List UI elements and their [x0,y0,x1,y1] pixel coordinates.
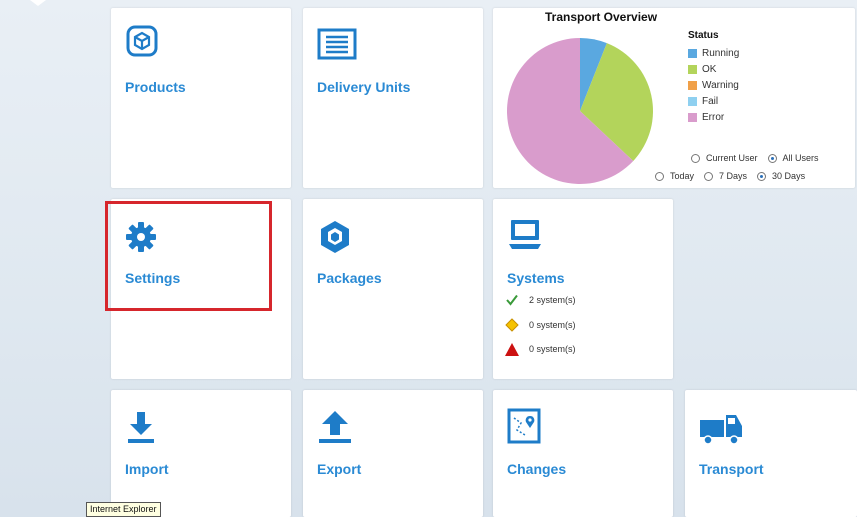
tile-export-label: Export [317,461,362,477]
radio-circle [757,171,767,181]
tile-transport-label: Transport [699,461,764,477]
overview-title: Transport Overview [545,10,658,24]
status-pie-chart [506,38,653,184]
legend-label: Warning [702,79,739,91]
tile-systems-label: Systems [507,270,565,286]
tile-export[interactable]: Export [303,390,483,517]
status-legend: Status Running OK Warning Fail Error [688,30,739,125]
tile-packages-label: Packages [317,270,382,286]
legend-swatch [688,64,697,74]
radio-circle [655,171,664,181]
legend-item-running: Running [688,45,739,61]
user-filter: Current User All Users [691,153,829,163]
radio-7-days[interactable]: 7 Days [704,171,747,181]
legend-swatch [688,80,697,90]
radio-today[interactable]: Today [655,171,694,181]
tooltip: Internet Explorer [86,502,161,517]
tile-products[interactable]: Products [111,8,291,188]
radio-circle [691,153,700,163]
warning-diamond-icon [505,318,519,332]
gear-icon [125,221,157,258]
tile-changes-label: Changes [507,461,567,477]
legend-label: Error [702,111,725,123]
packages-icon [317,219,353,260]
radio-label: All Users [782,153,819,163]
legend-item-warning: Warning [688,77,739,93]
legend-label: OK [702,63,717,75]
delivery-units-icon [317,28,357,65]
tile-delivery-units[interactable]: Delivery Units [303,8,483,188]
tile-systems[interactable]: Systems 2 system(s) 0 system(s) 0 system… [493,199,673,379]
systems-error-count: 0 system(s) [529,344,576,354]
tile-products-label: Products [125,79,186,95]
radio-all-users[interactable]: All Users [767,153,819,163]
tile-settings-label: Settings [125,270,181,286]
truck-icon [699,414,743,451]
pointer-notch [30,0,46,6]
tile-packages[interactable]: Packages [303,199,483,379]
radio-label: 7 Days [719,171,748,181]
legend-item-error: Error [688,109,739,125]
check-icon [505,293,519,307]
tile-changes[interactable]: Changes [493,390,673,517]
radio-30-days[interactable]: 30 Days [757,171,805,181]
legend-item-fail: Fail [688,93,739,109]
tile-settings[interactable]: Settings [111,199,291,379]
systems-warning-row: 0 system(s) [505,318,576,332]
changes-map-icon [507,408,541,449]
legend-label: Fail [702,95,719,107]
systems-error-row: 0 system(s) [505,342,576,356]
systems-ok-count: 2 system(s) [529,295,576,305]
export-arrow-icon [317,410,353,449]
tile-transport-overview[interactable]: Transport Overview Status Running OK War… [493,8,855,188]
tile-import[interactable]: Import [111,390,291,517]
legend-swatch [688,112,697,122]
radio-label: Current User [706,153,758,163]
legend-swatch [688,48,697,58]
radio-circle [704,171,714,181]
systems-warning-count: 0 system(s) [529,320,576,330]
computer-icon [507,217,543,258]
legend-swatch [688,96,697,106]
tile-delivery-units-label: Delivery Units [317,79,411,95]
systems-ok-row: 2 system(s) [505,293,576,307]
radio-label: 30 Days [772,171,806,181]
import-arrow-icon [125,410,157,449]
legend-label: Running [702,47,740,59]
tile-import-label: Import [125,461,169,477]
box-icon [125,24,159,63]
radio-circle [767,153,777,163]
radio-label: Today [670,171,695,181]
legend-item-ok: OK [688,61,739,77]
radio-current-user[interactable]: Current User [691,153,758,163]
tile-transport[interactable]: Transport [685,390,857,517]
error-triangle-icon [505,342,519,356]
legend-title: Status [688,30,719,41]
time-filter: Today 7 Days 30 Days [655,171,815,181]
